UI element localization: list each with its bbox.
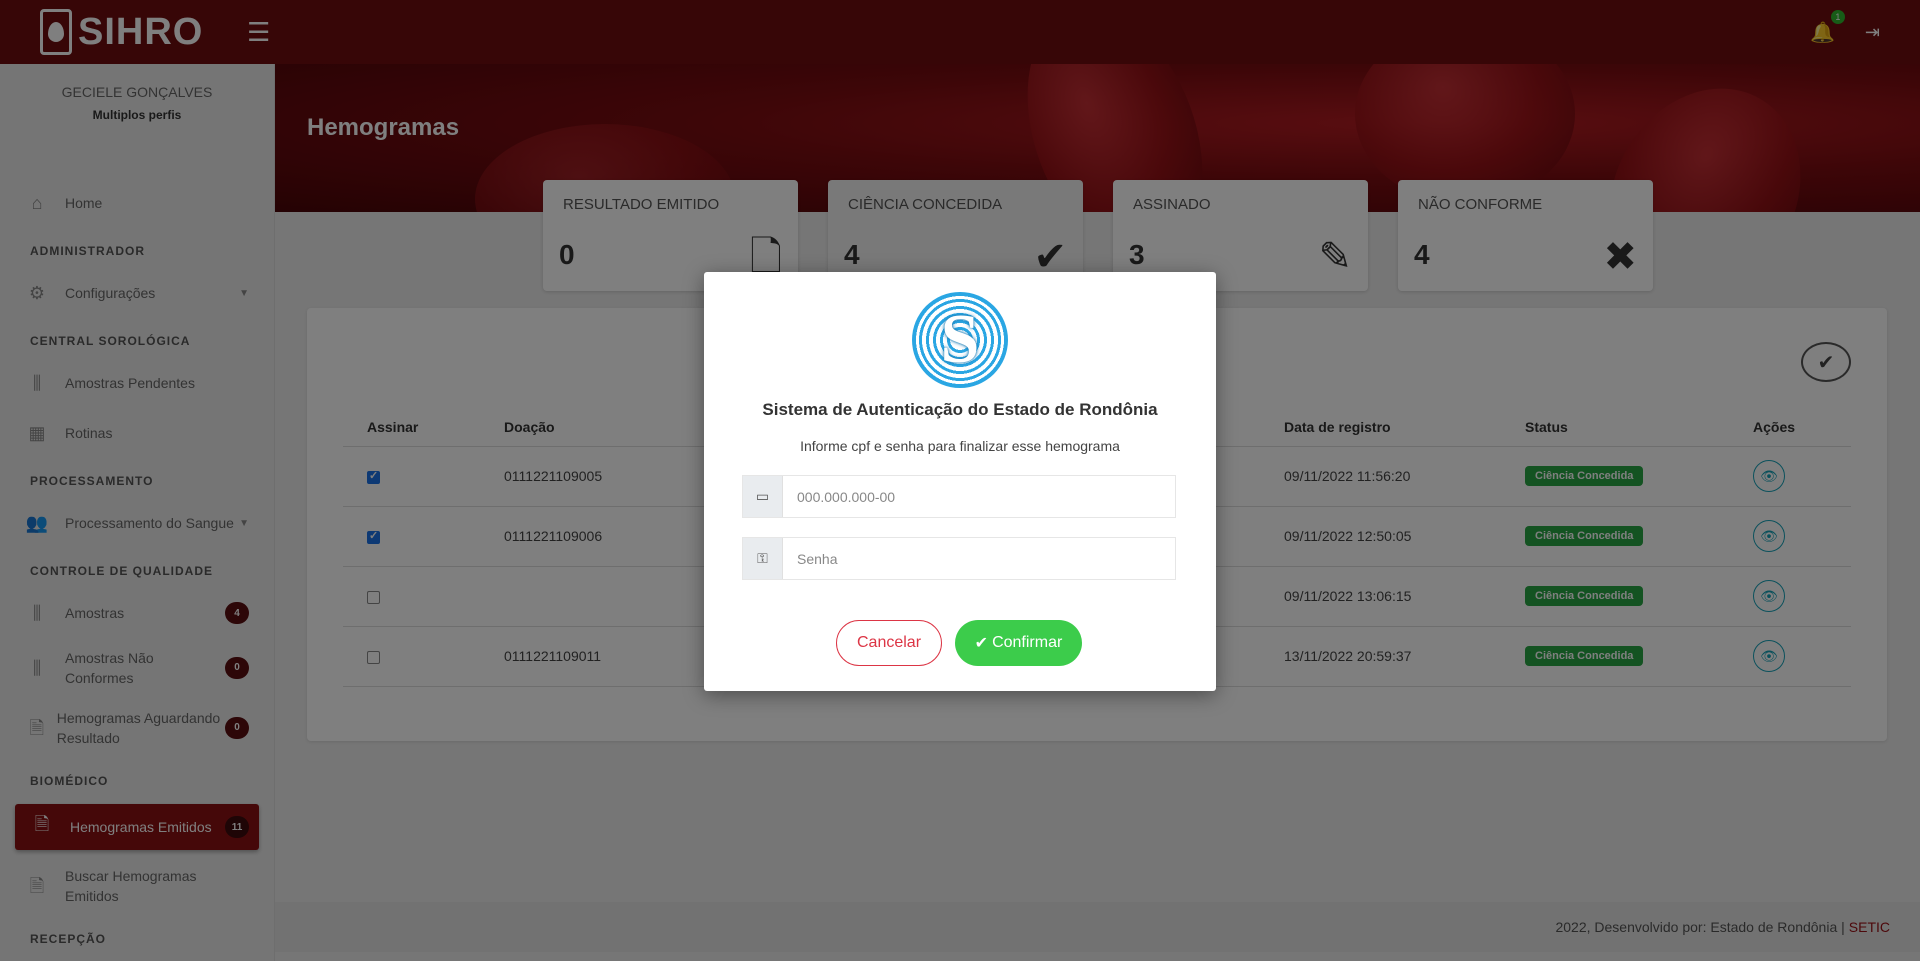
key-icon: ⚿	[743, 538, 783, 579]
modal-subtitle: Informe cpf e senha para finalizar esse …	[800, 438, 1120, 454]
id-card-icon: ▭	[743, 476, 783, 517]
cpf-field: ▭	[742, 475, 1176, 518]
fingerprint-logo-icon: S	[912, 292, 1008, 388]
cpf-input[interactable]	[783, 476, 1175, 517]
logo-letter: S	[940, 301, 980, 378]
confirm-button[interactable]: ✔ Confirmar	[955, 620, 1082, 666]
password-field: ⚿	[742, 537, 1176, 580]
modal-title: Sistema de Autenticação do Estado de Ron…	[762, 400, 1158, 419]
check-icon: ✔	[974, 635, 989, 652]
password-input[interactable]	[783, 538, 1175, 579]
auth-modal: S Sistema de Autenticação do Estado de R…	[704, 272, 1216, 691]
cancel-button[interactable]: Cancelar	[836, 620, 942, 666]
confirm-label: Confirmar	[992, 634, 1063, 651]
